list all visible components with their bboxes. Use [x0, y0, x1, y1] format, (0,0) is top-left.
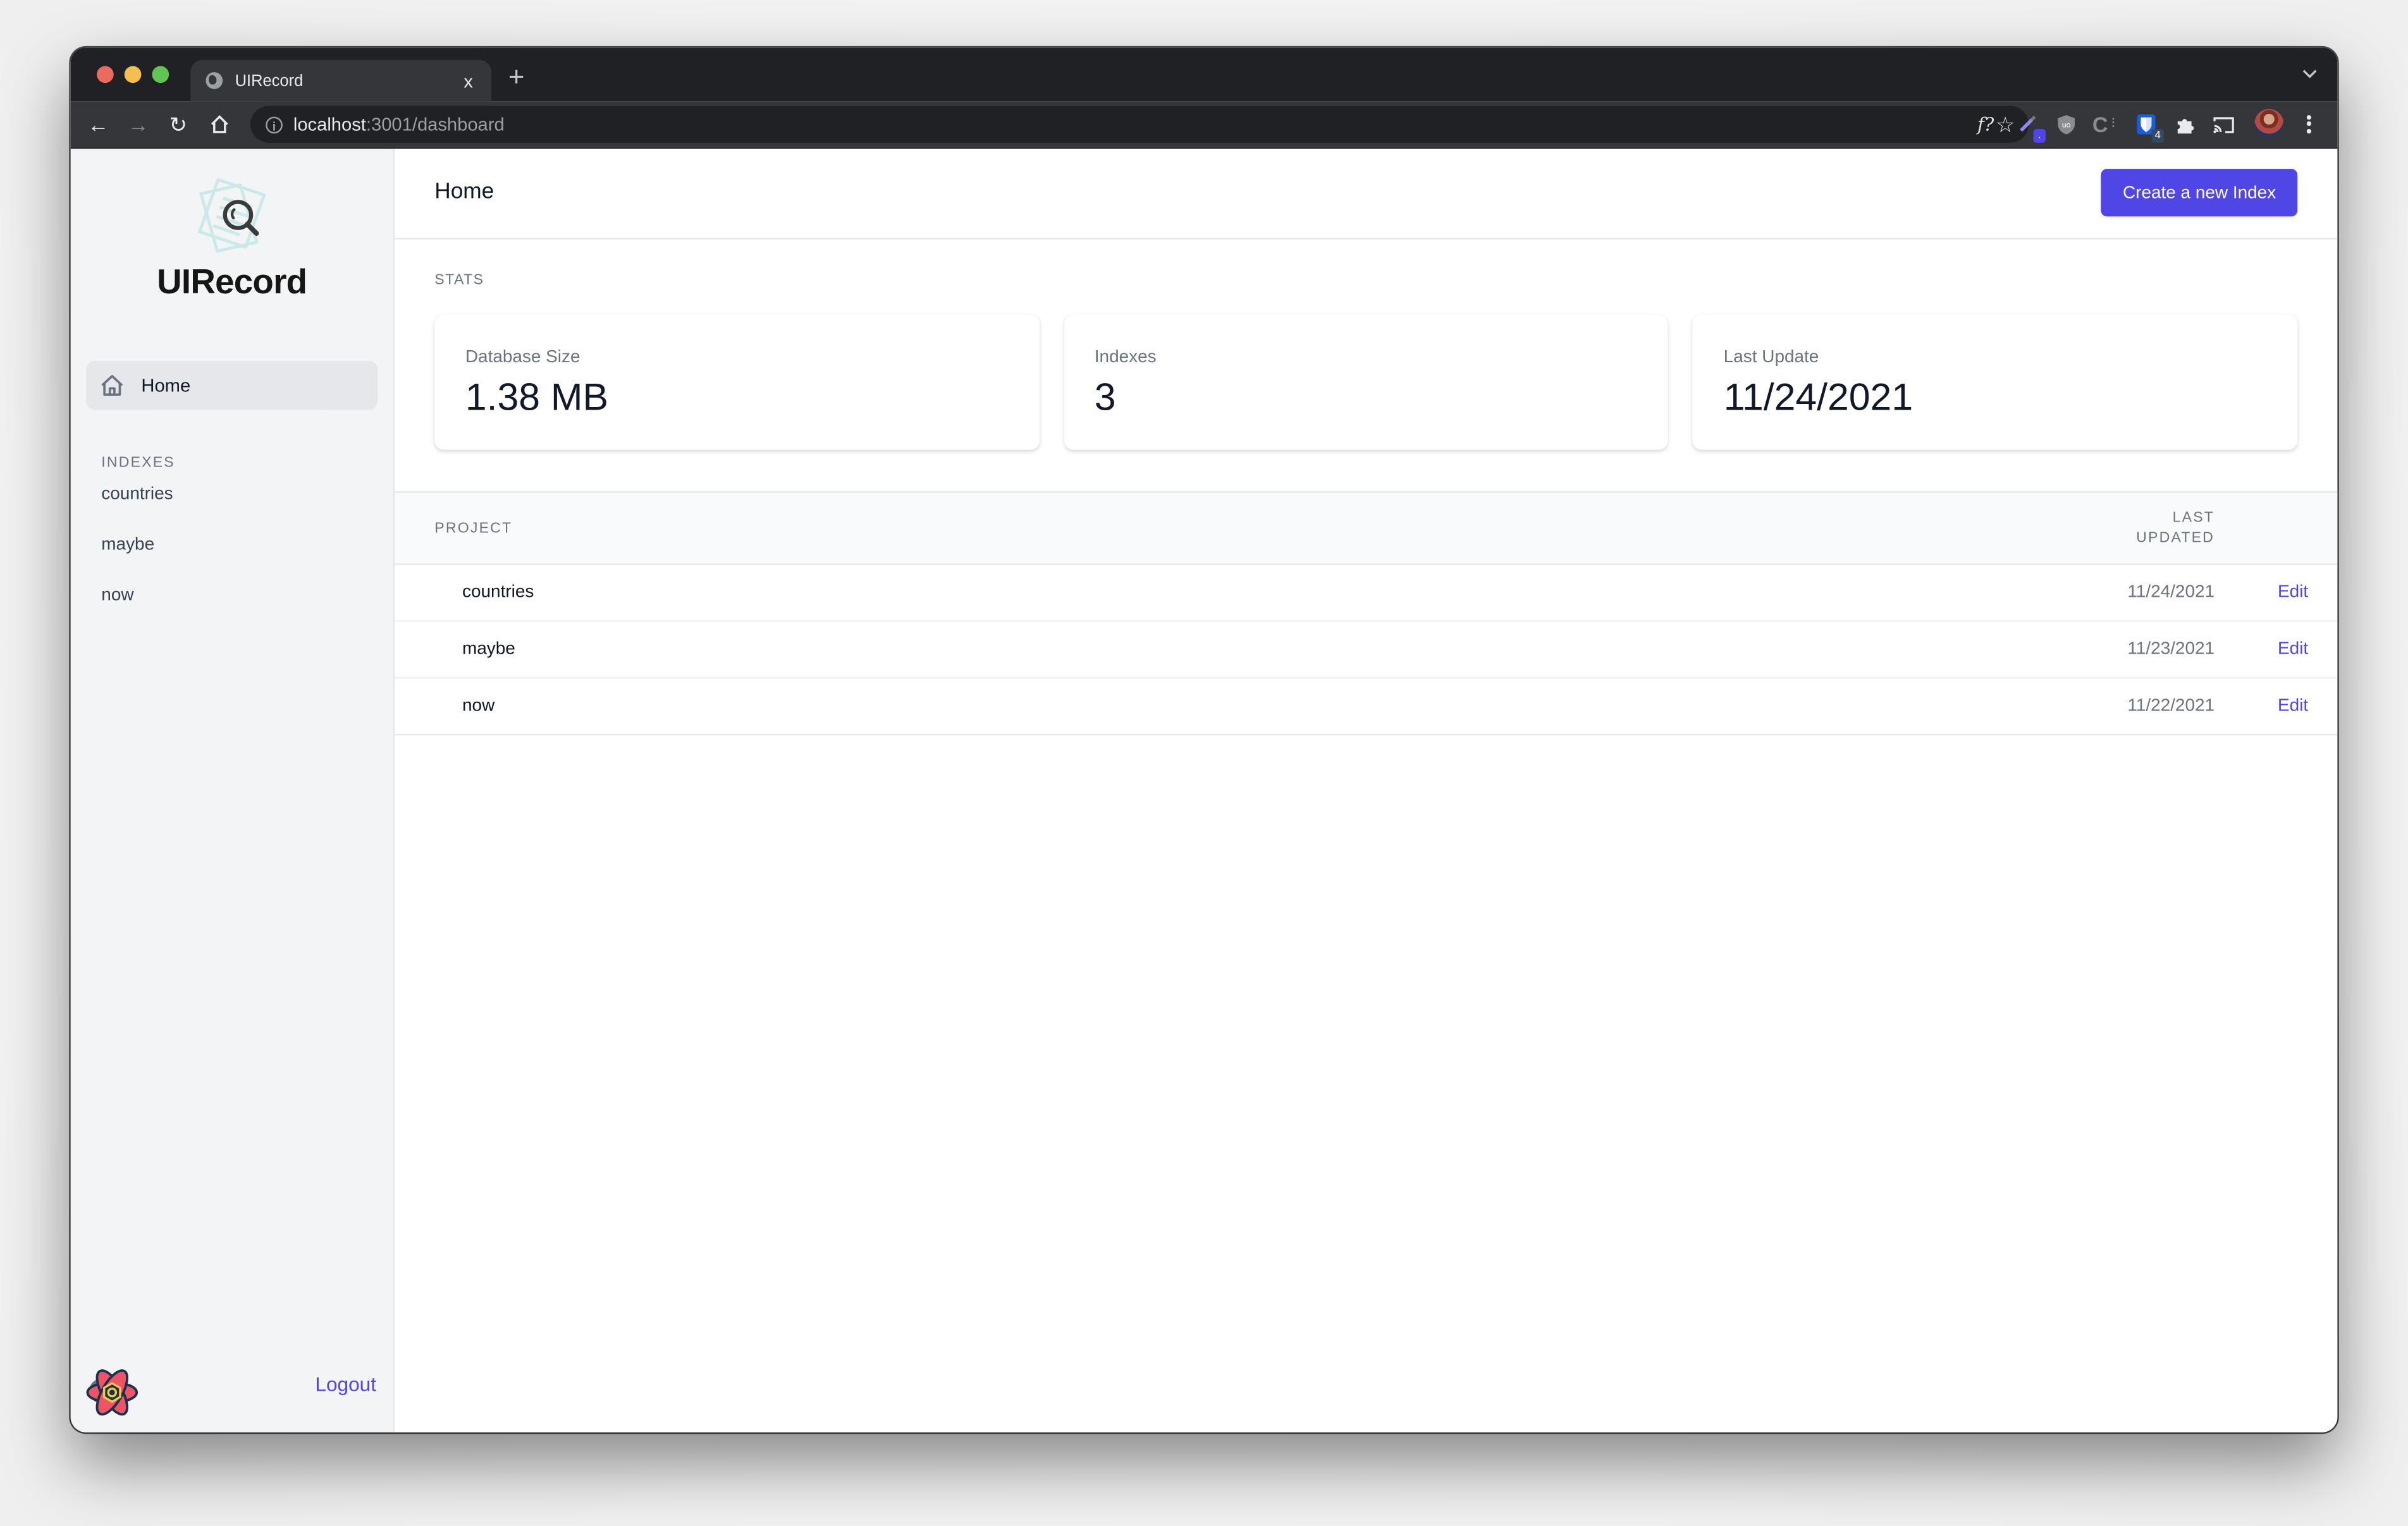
stats-cards: Database Size 1.38 MB Indexes 3 Last Upd… [434, 314, 2298, 450]
cast-icon[interactable] [2210, 111, 2238, 138]
profile-avatar[interactable] [2254, 109, 2284, 138]
page-title: Home [434, 180, 494, 205]
home-icon [101, 375, 123, 396]
url-path: :3001/dashboard [366, 113, 505, 135]
bitwarden-shield-icon[interactable]: 4 [2132, 111, 2164, 143]
page-header: Home Create a new Index [395, 149, 2338, 240]
stats-section-label: STATS [434, 271, 484, 289]
sidebar: UIRecord Home INDEXES countries maybe no… [70, 149, 395, 1432]
color-picker-extension-icon[interactable]: . [2013, 111, 2046, 143]
stat-card-indexes: Indexes 3 [1064, 314, 1669, 450]
new-tab-button[interactable]: + [508, 63, 525, 91]
window-controls [97, 66, 169, 83]
formula-extension-icon[interactable]: f? [1972, 111, 2000, 138]
edit-link[interactable]: Edit [2278, 640, 2308, 659]
sidebar-index-now[interactable]: now [101, 587, 133, 605]
stat-label: Database Size [465, 348, 580, 367]
edit-link[interactable]: Edit [2278, 583, 2308, 602]
url-host: localhost [293, 113, 366, 135]
tab-title: UIRecord [235, 71, 304, 90]
browser-tab[interactable]: UIRecord x [190, 59, 492, 102]
column-header-line: LAST [2172, 510, 2215, 527]
create-index-button[interactable]: Create a new Index [2101, 169, 2298, 217]
back-arrow-icon[interactable]: ← [86, 112, 111, 137]
app: UIRecord Home INDEXES countries maybe no… [70, 149, 2338, 1432]
project-name: now [462, 697, 495, 716]
stat-value: 11/24/2021 [1723, 376, 1914, 420]
last-updated: 11/23/2021 [2127, 640, 2215, 659]
minimize-window-button[interactable] [124, 66, 142, 83]
home-icon[interactable] [207, 112, 232, 137]
stat-label: Last Update [1723, 348, 1819, 367]
stat-card-database-size: Database Size 1.38 MB [434, 314, 1040, 450]
forward-arrow-icon[interactable]: → [126, 112, 150, 137]
stat-value: 1.38 MB [465, 376, 608, 420]
atom-avatar-icon[interactable] [85, 1366, 140, 1419]
project-name: countries [462, 583, 534, 602]
browser-menu-icon[interactable] [2302, 112, 2314, 137]
stat-value: 3 [1094, 376, 1116, 420]
project-name: maybe [462, 640, 515, 659]
color-picker-badge: . [2033, 129, 2046, 143]
last-updated: 11/24/2021 [2127, 583, 2215, 602]
info-icon[interactable]: i [266, 116, 283, 133]
sidebar-index-countries[interactable]: countries [101, 485, 173, 503]
logo-text: UIRecord [157, 262, 307, 302]
indexes-table: PROJECT LAST UPDATED countries 11/24/202… [395, 491, 2338, 736]
indexes-section-label: INDEXES [101, 454, 175, 472]
column-header-last-updated: LAST UPDATED [2136, 508, 2214, 548]
maximize-window-button[interactable] [152, 66, 169, 83]
sidebar-index-maybe[interactable]: maybe [101, 536, 154, 554]
screen: UIRecord x + ← → ↻ i localhost:3001/dash… [0, 0, 2408, 1526]
column-header-project: PROJECT [434, 520, 513, 538]
globe-icon [206, 72, 223, 89]
reload-icon[interactable]: ↻ [166, 112, 190, 137]
edit-link[interactable]: Edit [2278, 697, 2308, 716]
sidebar-item-label: Home [141, 374, 191, 396]
logout-link[interactable]: Logout [315, 1372, 376, 1395]
main-content: Home Create a new Index STATS Database S… [395, 149, 2338, 1432]
table-row: now 11/22/2021 Edit [395, 678, 2338, 736]
column-header-line: UPDATED [2136, 529, 2215, 547]
sidebar-item-home[interactable]: Home [86, 360, 378, 410]
last-updated: 11/22/2021 [2127, 697, 2215, 716]
c-extension-icon[interactable]: C ⋮ [2092, 111, 2120, 138]
tab-strip: UIRecord x + [70, 47, 2338, 102]
bitwarden-badge: 4 [2151, 129, 2164, 143]
svg-text:uo: uo [2061, 121, 2070, 130]
chevron-down-icon[interactable] [2302, 66, 2317, 81]
address-bar[interactable]: i localhost:3001/dashboard ☆ [250, 106, 2029, 143]
logo-documents-magnifier-icon [198, 178, 266, 253]
logo[interactable]: UIRecord [71, 171, 393, 303]
stat-label: Indexes [1094, 348, 1157, 367]
table-row: maybe 11/23/2021 Edit [395, 622, 2338, 679]
table-header: PROJECT LAST UPDATED [395, 491, 2338, 565]
browser-window: UIRecord x + ← → ↻ i localhost:3001/dash… [70, 47, 2338, 1432]
table-row: countries 11/24/2021 Edit [395, 565, 2338, 622]
close-window-button[interactable] [97, 66, 114, 83]
url-text[interactable]: localhost:3001/dashboard [293, 114, 1996, 135]
ublock-shield-icon[interactable]: uo [2052, 111, 2080, 138]
extensions-puzzle-icon[interactable] [2170, 111, 2198, 138]
stat-card-last-update: Last Update 11/24/2021 [1693, 314, 2298, 450]
tab-close-icon[interactable]: x [458, 70, 479, 92]
browser-toolbar: ← → ↻ i localhost:3001/dashboard ☆ f? . … [70, 101, 2338, 149]
